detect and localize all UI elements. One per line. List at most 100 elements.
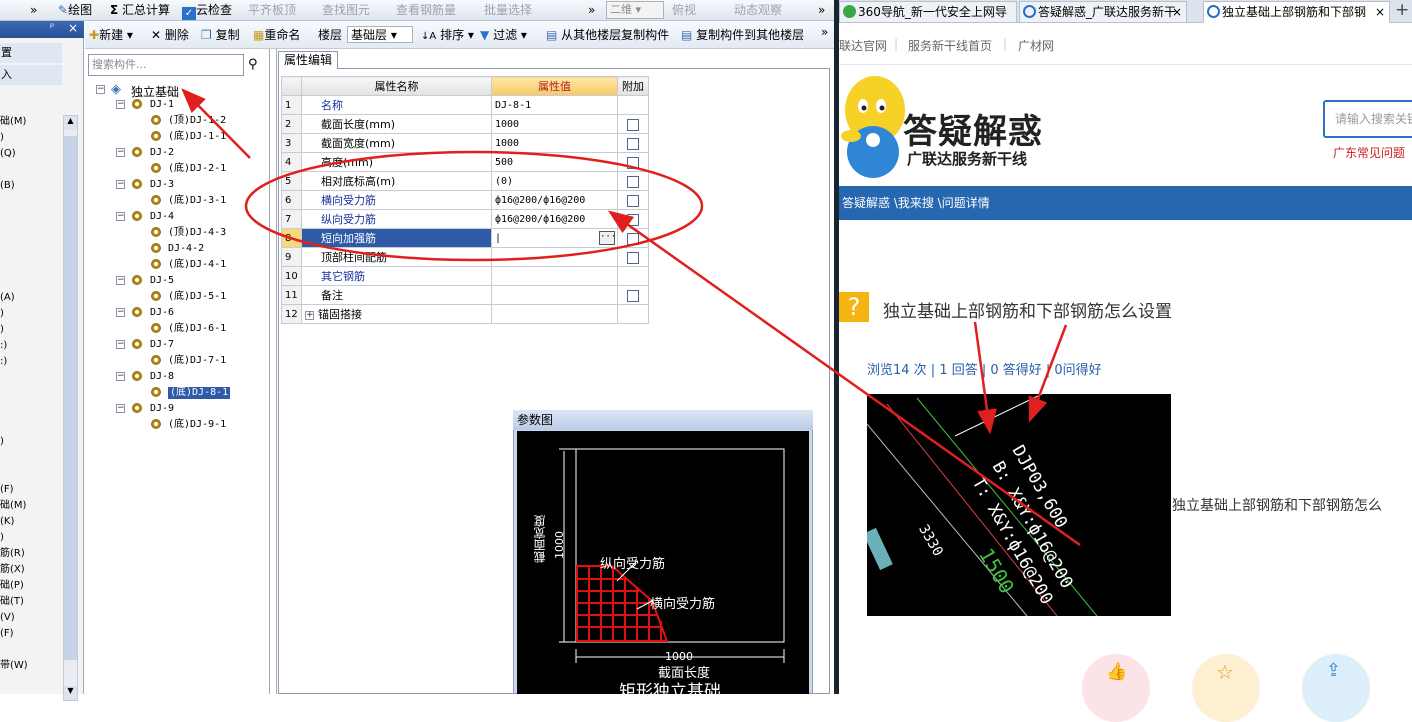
like-button[interactable]: 👍	[1082, 654, 1150, 722]
property-row[interactable]: 1 名称 DJ-8-1	[281, 95, 649, 115]
summary-calc-button[interactable]: Σ 汇总计算	[110, 2, 170, 19]
sort-button[interactable]: ↓A 排序 ▾	[421, 27, 474, 44]
scroll-thumb[interactable]	[64, 136, 77, 660]
property-name[interactable]: 其它钢筋	[301, 266, 492, 286]
tree-node-dj-1[interactable]: DJ-1	[150, 99, 174, 111]
pin-icon[interactable]: ᵖ	[50, 22, 54, 33]
left-panel-item[interactable]: 筋(X)	[0, 564, 25, 576]
left-panel-item[interactable]: )	[0, 132, 4, 144]
tree-leaf[interactable]: (底)DJ-2-1	[168, 163, 226, 175]
align-slab-top-button[interactable]: 平齐板顶	[248, 2, 296, 19]
property-name[interactable]: 相对底标高(m)	[301, 171, 492, 191]
left-panel-item[interactable]: )	[0, 532, 4, 544]
toolbar-overflow-button[interactable]: »	[30, 2, 37, 19]
tab-property-edit[interactable]: 属性编辑	[278, 51, 338, 69]
property-value[interactable]	[491, 247, 618, 267]
tree-node-dj-3[interactable]: DJ-3	[150, 179, 174, 191]
property-value[interactable]: DJ-8-1	[491, 95, 618, 115]
property-value[interactable]: ф16@200/ф16@200	[491, 190, 618, 210]
delete-button[interactable]: ✕ 删除	[151, 27, 189, 44]
property-row[interactable]: 10 其它钢筋	[281, 266, 649, 286]
tree-leaf[interactable]: (底)DJ-3-1	[168, 195, 226, 207]
property-value[interactable]	[491, 285, 618, 305]
new-button[interactable]: ✚新建 ▾	[89, 27, 133, 44]
nav-link-home[interactable]: 服务新干线首页	[908, 37, 992, 54]
left-panel-item[interactable]: (F)	[0, 484, 14, 496]
tree-collapse-icon[interactable]: −	[116, 148, 125, 157]
property-value[interactable]: 1000	[491, 133, 618, 153]
left-panel-item[interactable]: )	[0, 436, 4, 448]
property-row[interactable]: 8 短向加强筋 | ···	[281, 228, 649, 248]
property-value[interactable]: 1000	[491, 114, 618, 134]
property-name[interactable]: 纵向受力筋	[301, 209, 492, 229]
tree-node-dj-6[interactable]: DJ-6	[150, 307, 174, 319]
tree-leaf[interactable]: (底)DJ-6-1	[168, 323, 226, 335]
toolbar-overflow-button-3[interactable]: »	[818, 2, 825, 19]
tab-close-icon[interactable]: ×	[1375, 2, 1385, 22]
left-panel-row[interactable]: 入	[0, 65, 62, 85]
attach-checkbox[interactable]	[627, 175, 639, 188]
nav-link-glodon[interactable]: 联达官网	[839, 37, 887, 54]
left-panel-item[interactable]: 带(W)	[0, 660, 28, 672]
component-search-input[interactable]: 搜索构件...	[88, 54, 244, 76]
hot-question-link[interactable]: 广东常见问题	[1333, 144, 1405, 161]
copy-from-floor-button[interactable]: ▤ 从其他楼层复制构件	[546, 27, 669, 44]
scroll-down-icon[interactable]: ▼	[64, 686, 77, 700]
property-name[interactable]: + 锚固搭接	[301, 304, 492, 324]
property-name[interactable]: 名称	[301, 95, 492, 115]
left-panel-item[interactable]: 础(M)	[0, 116, 26, 128]
close-icon[interactable]: ×	[68, 21, 78, 35]
property-row[interactable]: 11 备注	[281, 285, 649, 305]
property-name[interactable]: 截面宽度(mm)	[301, 133, 492, 153]
left-panel-item[interactable]: (K)	[0, 516, 14, 528]
share-button[interactable]: ⇪	[1302, 654, 1370, 722]
property-row[interactable]: 6 横向受力筋 ф16@200/ф16@200	[281, 190, 649, 210]
left-panel-item[interactable]: 筋(R)	[0, 548, 25, 560]
property-row[interactable]: 2 截面长度(mm) 1000	[281, 114, 649, 134]
attach-checkbox[interactable]	[627, 118, 639, 131]
tree-leaf[interactable]: (底)DJ-4-1	[168, 259, 226, 271]
left-panel-item[interactable]: (F)	[0, 628, 14, 640]
tree-collapse-icon[interactable]: −	[116, 404, 125, 413]
tree-leaf[interactable]: (底)DJ-7-1	[168, 355, 226, 367]
property-value[interactable]	[491, 266, 618, 286]
tree-collapse-icon[interactable]: −	[116, 372, 125, 381]
scroll-up-icon[interactable]: ▲	[64, 116, 77, 130]
tree-leaf-selected[interactable]: (底)DJ-8-1	[168, 387, 231, 399]
left-panel-item[interactable]: (V)	[0, 612, 15, 624]
browser-tab-360[interactable]: 360导航_新一代安全上网导	[839, 1, 1017, 23]
view-rebar-button[interactable]: 查看钢筋量	[396, 2, 456, 19]
copy-to-floor-button[interactable]: ▤ 复制构件到其他楼层	[681, 27, 804, 44]
filter-button[interactable]: ▼ 过滤 ▾	[480, 27, 527, 44]
tree-collapse-icon[interactable]: −	[116, 276, 125, 285]
tree-root-label[interactable]: 独立基础	[131, 83, 179, 100]
search-icon[interactable]: ⚲	[248, 57, 264, 73]
rename-button[interactable]: ▦重命名	[253, 27, 300, 44]
attach-checkbox[interactable]	[627, 194, 639, 207]
tree-leaf[interactable]: (顶)DJ-4-3	[168, 227, 226, 239]
left-panel-item[interactable]: 础(T)	[0, 596, 24, 608]
property-row[interactable]: 3 截面宽度(mm) 1000	[281, 133, 649, 153]
new-tab-button[interactable]: +	[1395, 0, 1409, 20]
property-name[interactable]: 截面长度(mm)	[301, 114, 492, 134]
property-value[interactable]	[491, 304, 618, 324]
tree-node-dj-2[interactable]: DJ-2	[150, 147, 174, 159]
draw-button[interactable]: ✎绘图	[58, 2, 92, 19]
attach-checkbox[interactable]	[627, 137, 639, 150]
property-name[interactable]: 备注	[301, 285, 492, 305]
tree-collapse-icon[interactable]: −	[116, 212, 125, 221]
orbit-view-button[interactable]: 动态观察	[734, 2, 782, 19]
attach-checkbox[interactable]	[627, 232, 639, 245]
top-view-button[interactable]: 俯视	[672, 2, 696, 19]
left-panel-item[interactable]: (Q)	[0, 148, 16, 160]
left-panel-item[interactable]: :)	[0, 340, 7, 352]
tree-node-dj-9[interactable]: DJ-9	[150, 403, 174, 415]
tree-leaf[interactable]: (顶)DJ-1-2	[168, 115, 226, 127]
property-row[interactable]: 12 + 锚固搭接	[281, 304, 649, 324]
left-panel-item[interactable]: :)	[0, 356, 7, 368]
tree-leaf[interactable]: DJ-4-2	[168, 243, 204, 255]
floor-select[interactable]: 基础层 ▾	[347, 26, 413, 43]
property-value[interactable]: ф16@200/ф16@200	[491, 209, 618, 229]
attach-checkbox[interactable]	[627, 213, 639, 226]
left-panel-item[interactable]: 础(P)	[0, 580, 24, 592]
